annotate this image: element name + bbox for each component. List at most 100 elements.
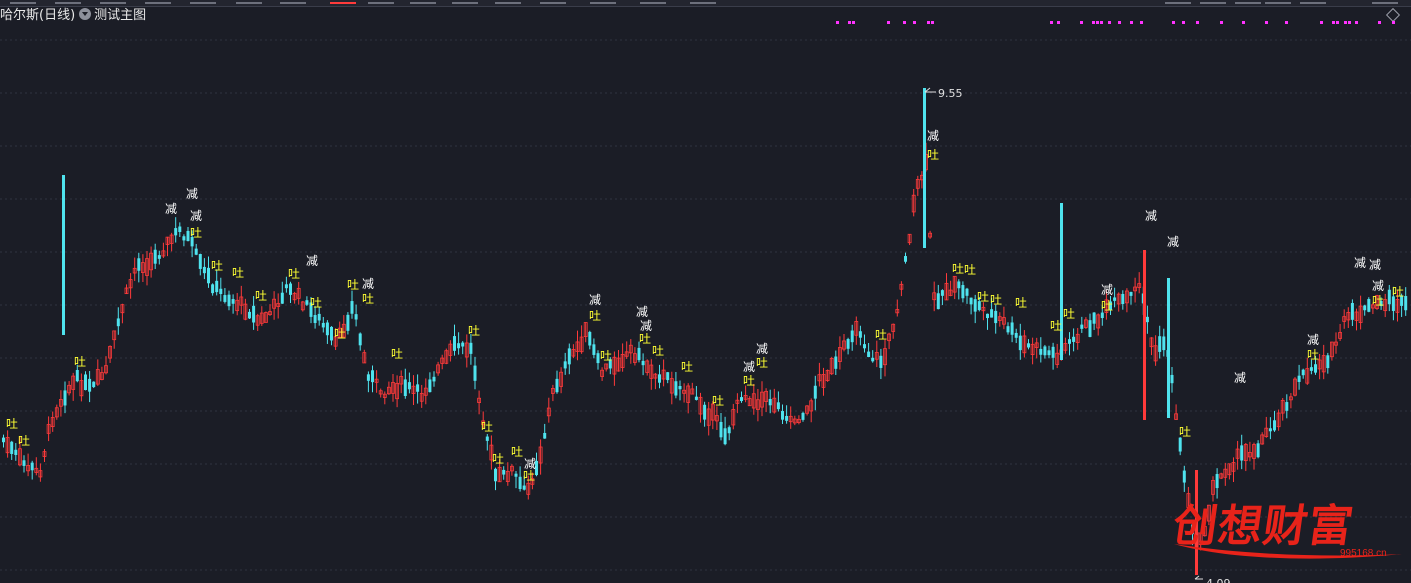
- candle: [473, 356, 477, 390]
- candle: [920, 171, 924, 189]
- candle: [165, 236, 170, 257]
- candle: [46, 416, 51, 442]
- candle: [698, 392, 703, 423]
- candle: [781, 404, 784, 425]
- candle: [1235, 440, 1240, 470]
- candle: [1334, 332, 1338, 354]
- candle: [936, 284, 940, 310]
- candle: [669, 371, 674, 405]
- candle: [211, 283, 215, 296]
- tu-signal-label: 吐: [1015, 296, 1027, 310]
- candle: [243, 298, 248, 321]
- candle: [674, 372, 678, 399]
- candle: [436, 361, 441, 376]
- tu-signal-label: 吐: [964, 263, 976, 277]
- magenta-mark: [1392, 21, 1395, 24]
- candle: [469, 333, 473, 365]
- candle: [219, 277, 223, 302]
- candle: [1260, 432, 1265, 445]
- tu-signal-label: 吐: [190, 226, 202, 240]
- magenta-mark: [1080, 21, 1083, 24]
- candle: [34, 457, 39, 476]
- candle: [628, 339, 633, 364]
- magenta-mark: [903, 21, 906, 24]
- candle: [981, 302, 986, 321]
- reduce-signal-label: 减: [186, 187, 198, 201]
- candle: [1227, 463, 1232, 480]
- magenta-mark: [1096, 21, 1099, 24]
- candle: [128, 273, 133, 299]
- candle: [169, 232, 174, 252]
- candle: [1084, 317, 1088, 329]
- candle: [678, 380, 682, 401]
- candle: [546, 397, 551, 423]
- reduce-signal-label: 减: [1372, 279, 1384, 293]
- candle: [296, 281, 301, 305]
- candle: [1231, 457, 1236, 482]
- candle: [1174, 404, 1178, 420]
- candle: [940, 289, 944, 306]
- candle: [1404, 287, 1408, 316]
- candle: [1010, 316, 1014, 343]
- candle: [1167, 278, 1170, 418]
- candle: [416, 374, 420, 404]
- candle: [559, 367, 563, 394]
- reduce-signal-label: 减: [1307, 333, 1319, 347]
- candle: [289, 281, 292, 304]
- candle: [14, 443, 18, 461]
- reduce-signal-label: 减: [1354, 256, 1366, 270]
- candle: [514, 470, 518, 489]
- candle: [1034, 337, 1039, 359]
- magenta-mark: [1130, 21, 1133, 24]
- candle: [411, 375, 416, 405]
- candle: [1022, 330, 1027, 358]
- candle: [719, 413, 723, 441]
- candle: [54, 404, 59, 420]
- candle: [743, 385, 748, 403]
- candle: [1264, 416, 1269, 438]
- candle: [505, 462, 510, 486]
- candle: [382, 391, 387, 405]
- reduce-signal-label: 减: [165, 202, 177, 216]
- magenta-mark: [1378, 21, 1381, 24]
- candle: [666, 371, 670, 384]
- candle: [1006, 322, 1010, 335]
- candle: [50, 411, 55, 432]
- tu-signal-label: 吐: [875, 328, 887, 342]
- candle: [805, 405, 809, 416]
- candle: [756, 388, 760, 422]
- candle: [694, 386, 698, 401]
- candle: [899, 281, 904, 297]
- candle: [120, 303, 125, 324]
- candle: [346, 312, 350, 335]
- candle: [1092, 312, 1096, 331]
- candle: [690, 382, 695, 395]
- candle: [797, 415, 801, 425]
- candle: [891, 323, 896, 339]
- magenta-mark: [1344, 21, 1347, 24]
- reduce-signal-label: 减: [1167, 235, 1179, 249]
- candle: [1027, 339, 1030, 350]
- watermark-url: 995168.cn: [1340, 548, 1387, 559]
- candle: [235, 292, 240, 316]
- candle: [1223, 462, 1228, 486]
- candle: [563, 352, 567, 375]
- candle: [354, 304, 358, 327]
- candle: [969, 297, 973, 315]
- candle: [95, 359, 100, 386]
- candle: [645, 359, 650, 376]
- tu-signal-label: 吐: [639, 332, 651, 346]
- candle: [268, 304, 272, 316]
- magenta-mark: [1100, 21, 1103, 24]
- candle: [850, 324, 854, 351]
- candle: [457, 332, 461, 355]
- candle: [817, 362, 822, 387]
- candle: [231, 294, 235, 314]
- candle: [161, 242, 166, 259]
- magenta-signal-marks: [836, 21, 1395, 24]
- candle: [543, 423, 547, 439]
- candle: [1276, 409, 1281, 431]
- candle: [661, 359, 666, 387]
- candle: [330, 326, 333, 346]
- candle: [1326, 352, 1330, 374]
